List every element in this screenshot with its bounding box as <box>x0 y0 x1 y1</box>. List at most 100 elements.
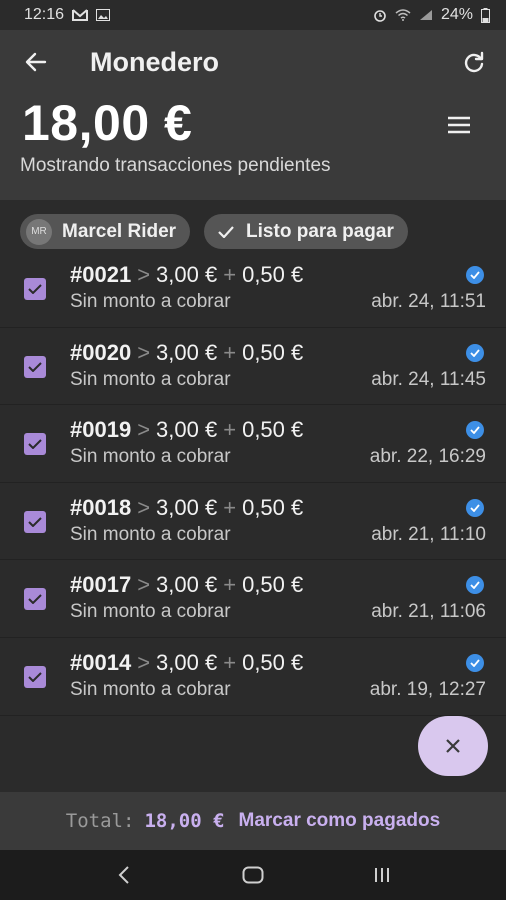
verified-icon <box>466 498 484 517</box>
close-fab-button[interactable] <box>418 716 488 776</box>
chevron-right-icon: > <box>137 339 151 365</box>
total-label: Total: <box>65 810 135 832</box>
close-icon <box>446 739 460 753</box>
transaction-summary: #0014 >3,00 € +0,50 € <box>70 650 303 676</box>
transaction-id: #0021 <box>70 262 132 287</box>
menu-button[interactable] <box>442 110 476 140</box>
mark-paid-button[interactable]: Marcar como pagados <box>239 810 441 832</box>
nav-home-icon <box>242 866 264 884</box>
transaction-extra: 0,50 € <box>242 494 304 520</box>
transaction-id: #0020 <box>70 339 132 365</box>
balance-amount: 18,00 € <box>22 95 193 151</box>
transaction-amount: 3,00 € <box>156 339 218 365</box>
transaction-date: abr. 21, 11:06 <box>371 601 486 623</box>
transaction-summary: #0021 >3,00 € +0,50 € <box>70 262 303 288</box>
transaction-summary: #0020 >3,00 € +0,50 € <box>70 340 303 366</box>
plus-icon: + <box>223 572 237 598</box>
battery-icon <box>481 7 490 23</box>
plus-icon: + <box>223 417 237 443</box>
transaction-summary: #0017 >3,00 € +0,50 € <box>70 572 303 598</box>
nav-recents-button[interactable] <box>362 855 402 895</box>
alarm-icon <box>374 10 386 22</box>
verified-icon <box>466 266 484 284</box>
avatar: MR <box>26 218 52 245</box>
wallet-header: Monedero 18,00 € Mostrando transacciones… <box>0 30 506 200</box>
transaction-amount: 3,00 € <box>156 262 218 287</box>
plus-icon: + <box>223 262 237 287</box>
verified-icon <box>466 421 484 440</box>
transaction-row[interactable]: #0020 >3,00 € +0,50 € Sin monto a cobrar abr… <box>0 328 506 406</box>
transaction-note: Sin monto a cobrar <box>70 601 231 623</box>
transaction-summary: #0019 >3,00 € +0,50 € <box>70 417 303 443</box>
status-time: 12:16 <box>24 6 65 23</box>
status-chip[interactable]: Listo para pagar <box>204 214 408 249</box>
transaction-extra: 0,50 € <box>242 339 304 365</box>
checkbox-checked-icon[interactable] <box>24 278 46 300</box>
transaction-note: Sin monto a cobrar <box>70 523 231 545</box>
status-right: 24% <box>373 6 490 24</box>
transaction-row[interactable]: #0017 >3,00 € +0,50 € Sin monto a cobrar abr… <box>0 560 506 638</box>
gallery-icon <box>96 9 111 21</box>
rider-chip[interactable]: MR Marcel Rider <box>20 214 191 249</box>
transaction-summary: #0018 >3,00 € +0,50 € <box>70 495 303 521</box>
nav-back-button[interactable] <box>104 855 144 895</box>
transaction-id: #0018 <box>70 494 132 520</box>
filter-chips: MR Marcel Rider Listo para pagar <box>20 214 408 249</box>
plus-icon: + <box>223 494 237 520</box>
footer-bar: Total: 18,00 € Marcar como pagados <box>0 792 506 850</box>
chevron-right-icon: > <box>137 417 151 443</box>
chevron-right-icon: > <box>137 262 151 287</box>
signal-icon <box>419 10 432 20</box>
back-arrow-icon <box>25 52 47 72</box>
transaction-row[interactable]: #0019 >3,00 € +0,50 € Sin monto a cobrar abr… <box>0 405 506 483</box>
status-bar: 12:16 24% <box>0 0 506 30</box>
check-icon <box>218 225 234 238</box>
back-button[interactable] <box>18 44 54 80</box>
status-chip-label: Listo para pagar <box>246 220 394 242</box>
transaction-row[interactable]: #0018 >3,00 € +0,50 € Sin monto a cobrar abr… <box>0 483 506 561</box>
checkbox-checked-icon[interactable] <box>24 433 46 456</box>
nav-home-button[interactable] <box>233 855 273 895</box>
refresh-button[interactable] <box>456 44 492 80</box>
checkbox-checked-icon[interactable] <box>24 510 46 533</box>
checkbox-checked-icon[interactable] <box>24 355 46 378</box>
balance-subtitle: Mostrando transacciones pendientes <box>20 155 331 176</box>
nav-recents-icon <box>374 868 389 882</box>
transaction-amount: 3,00 € <box>156 572 218 598</box>
transaction-row[interactable]: #0014 >3,00 € +0,50 € Sin monto a cobrar abr… <box>0 638 506 716</box>
verified-icon <box>466 576 484 595</box>
checkbox-checked-icon[interactable] <box>24 588 46 611</box>
transaction-note: Sin monto a cobrar <box>70 291 231 312</box>
transaction-amount: 3,00 € <box>156 417 218 443</box>
plus-icon: + <box>223 649 237 675</box>
gmail-icon <box>72 9 89 21</box>
transaction-id: #0014 <box>70 649 132 675</box>
system-navbar <box>0 850 506 900</box>
transaction-date: abr. 19, 12:27 <box>369 678 486 700</box>
rider-name: Marcel Rider <box>62 220 177 242</box>
transaction-note: Sin monto a cobrar <box>70 446 231 468</box>
transaction-date: abr. 22, 16:29 <box>369 446 486 468</box>
refresh-icon <box>464 51 484 73</box>
transaction-id: #0019 <box>70 417 132 443</box>
transaction-date: abr. 21, 11:10 <box>371 523 486 545</box>
chevron-right-icon: > <box>137 572 151 598</box>
transaction-amount: 3,00 € <box>156 649 218 675</box>
transaction-extra: 0,50 € <box>242 417 304 443</box>
transaction-row[interactable]: #0021 >3,00 € +0,50 € Sin monto a cobrar abr… <box>0 250 506 328</box>
status-left: 12:16 <box>24 6 111 24</box>
battery-level: 24% <box>440 6 473 23</box>
transaction-list: #0021 >3,00 € +0,50 € Sin monto a cobrar abr… <box>0 250 506 790</box>
verified-icon <box>466 343 484 362</box>
transaction-extra: 0,50 € <box>242 649 304 675</box>
transaction-note: Sin monto a cobrar <box>70 678 231 700</box>
transaction-id: #0017 <box>70 572 132 598</box>
transaction-date: abr. 24, 11:45 <box>371 368 486 390</box>
checkbox-checked-icon[interactable] <box>24 665 46 688</box>
transaction-date: abr. 24, 11:51 <box>371 291 486 312</box>
chevron-right-icon: > <box>137 649 151 675</box>
transaction-note: Sin monto a cobrar <box>70 368 231 390</box>
total-value: 18,00 € <box>144 810 225 832</box>
toolbar: Monedero <box>0 38 506 86</box>
transaction-extra: 0,50 € <box>242 262 304 287</box>
